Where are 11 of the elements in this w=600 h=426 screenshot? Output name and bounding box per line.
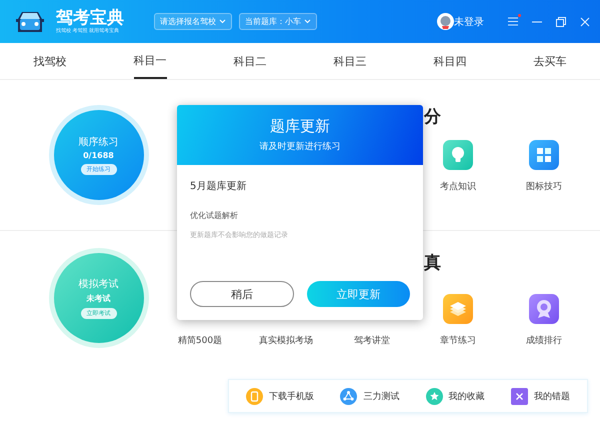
circle-subtitle: 0/1688 <box>83 151 114 160</box>
update-note: 优化试题解析 <box>190 210 239 221</box>
section-heading: 真 <box>424 253 441 273</box>
dialog-title: 题库更新 <box>270 117 330 136</box>
app-name: 驾考宝典 <box>56 8 124 28</box>
circle-subtitle: 未考试 <box>86 292 110 304</box>
circle-title: 模拟考试 <box>78 278 118 290</box>
circle-title: 顺序练习 <box>78 136 118 149</box>
update-heading: 5月题库更新 <box>190 180 248 193</box>
dialog-subtitle: 请及时更新进行练习 <box>260 140 340 153</box>
section-heading: 分 <box>424 107 441 127</box>
